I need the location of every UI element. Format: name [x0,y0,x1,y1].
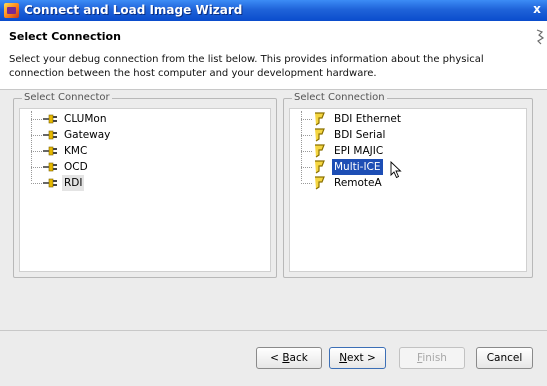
finish-button[interactable]: Finish [399,347,465,369]
connector-item-label: KMC [64,145,88,157]
connection-item-label: Multi-ICE [332,159,383,175]
connection-item-bdi-ethernet[interactable]: BDI Ethernet [290,111,520,127]
back-mnemonic: B [282,352,290,364]
connection-item-label: BDI Serial [334,129,386,141]
next-mnemonic: N [339,352,348,364]
wizard-banner-icon [536,29,545,45]
connector-item-label: CLUMon [64,113,107,125]
connector-plug-icon [43,162,57,172]
select-connector-legend: Select Connector [22,92,112,103]
app-icon [4,3,19,18]
cancel-button[interactable]: Cancel [476,347,533,369]
page-description: Select your debug connection from the li… [9,54,484,79]
connection-item-label: EPI MAJIC [334,145,384,157]
connector-item-label: OCD [64,161,88,173]
tree-branch [31,167,42,168]
connector-item-gateway[interactable]: Gateway [20,127,260,143]
wizard-body: Select Connector CLUMon Gateway KMC OCD … [0,90,547,330]
connection-item-label: BDI Ethernet [334,113,401,125]
tree-branch [301,135,312,136]
connector-item-label: RDI [62,175,85,191]
select-connector-group: Select Connector CLUMon Gateway KMC OCD … [13,92,277,278]
connector-item-kmc[interactable]: KMC [20,143,260,159]
finish-rest: inish [422,352,447,364]
connection-item-label: RemoteA [334,177,382,189]
connector-plug-icon [43,178,57,188]
select-connection-legend: Select Connection [292,92,387,103]
connector-item-clumon[interactable]: CLUMon [20,111,260,127]
back-rest: ack [289,352,308,364]
connection-probe-icon [315,128,325,142]
wizard-button-bar: < Back Next > Finish Cancel [0,330,547,386]
title-bar[interactable]: Connect and Load Image Wizard x [0,0,547,21]
connector-item-ocd[interactable]: OCD [20,159,260,175]
next-rest: ext > [347,352,376,364]
tree-branch [31,135,42,136]
connector-item-rdi[interactable]: RDI [20,175,260,191]
window-title: Connect and Load Image Wizard [24,3,243,17]
close-icon[interactable]: x [530,2,544,16]
connection-probe-icon [315,144,325,158]
connection-list[interactable]: BDI Ethernet BDI Serial EPI MAJIC Multi-… [289,108,527,272]
connection-item-bdi-serial[interactable]: BDI Serial [290,127,520,143]
connection-item-remotea[interactable]: RemoteA [290,175,520,191]
tree-branch [31,183,42,184]
connection-item-epi-majic[interactable]: EPI MAJIC [290,143,520,159]
tree-branch [31,119,42,120]
connection-probe-icon [315,112,325,126]
connector-list[interactable]: CLUMon Gateway KMC OCD RDI [19,108,271,272]
tree-branch [31,151,42,152]
connector-item-label: Gateway [64,129,111,141]
connection-probe-icon [315,176,325,190]
connection-probe-icon [315,160,325,174]
tree-branch [301,151,312,152]
back-button[interactable]: < Back [256,347,322,369]
connector-plug-icon [43,130,57,140]
connector-plug-icon [43,146,57,156]
tree-branch [301,167,312,168]
tree-branch [301,119,312,120]
connection-item-multi-ice[interactable]: Multi-ICE [290,159,520,179]
connector-plug-icon [43,114,57,124]
wizard-header: Select Connection Select your debug conn… [0,21,547,90]
page-title: Select Connection [9,30,121,43]
tree-branch [301,183,312,184]
select-connection-group: Select Connection BDI Ethernet BDI Seria… [283,92,533,278]
next-button[interactable]: Next > [329,347,386,369]
back-prefix: < [270,352,283,364]
